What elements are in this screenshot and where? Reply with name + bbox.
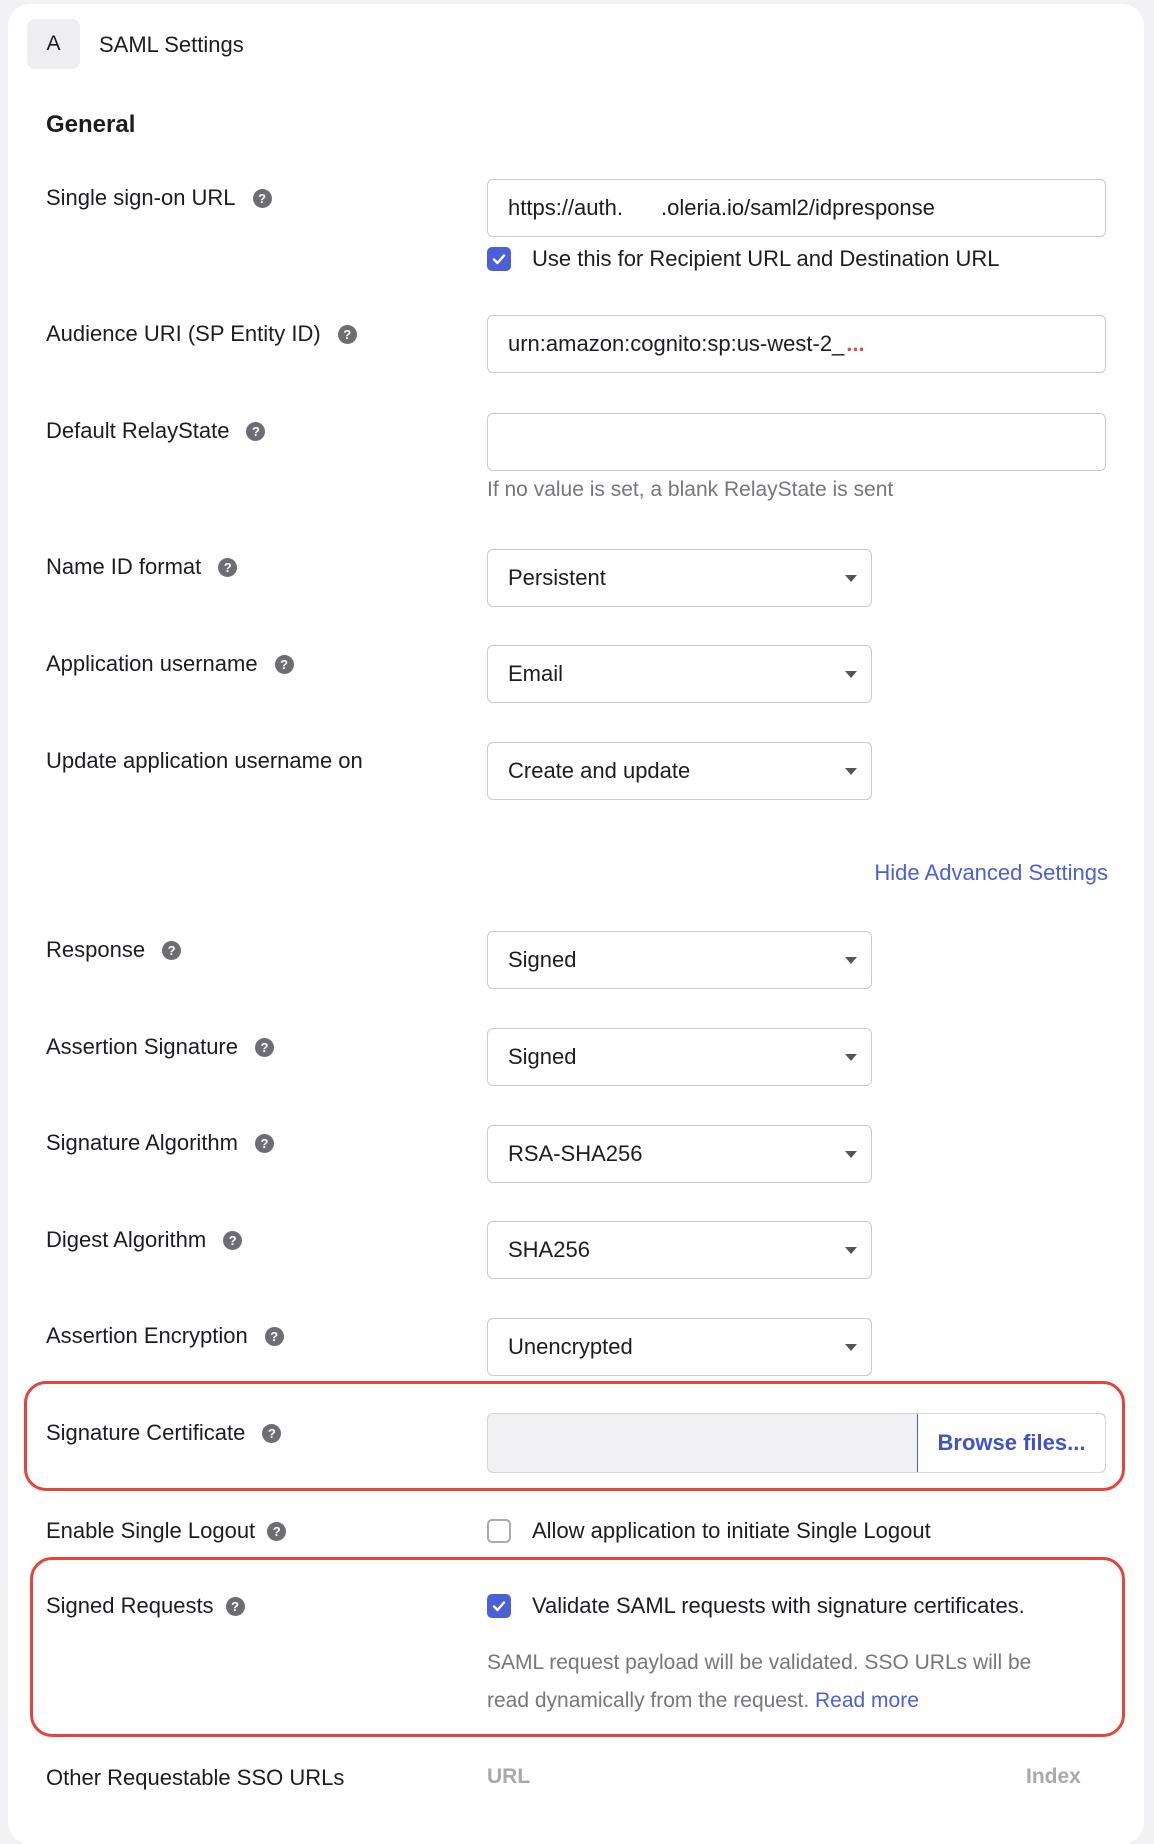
signature-algorithm-label: Signature Algorithm ? <box>46 1130 274 1156</box>
hide-advanced-settings-link[interactable]: Hide Advanced Settings <box>874 860 1108 886</box>
checkbox-checked-icon[interactable] <box>487 247 511 271</box>
browse-files-button[interactable]: Browse files... <box>917 1414 1105 1472</box>
relay-state-label: Default RelayState ? <box>46 418 266 444</box>
help-icon[interactable]: ? <box>162 940 182 960</box>
chevron-down-icon <box>845 957 857 964</box>
chevron-down-icon <box>845 1054 857 1061</box>
sso-url-label: Single sign-on URL ? <box>46 185 272 211</box>
signature-certificate-label: Signature Certificate ? <box>46 1420 282 1446</box>
chevron-down-icon <box>845 768 857 775</box>
signed-requests-checkbox-row[interactable]: Validate SAML requests with signature ce… <box>487 1593 1025 1619</box>
help-icon[interactable]: ? <box>337 324 357 344</box>
relay-state-input[interactable] <box>487 413 1106 471</box>
help-icon[interactable]: ? <box>264 1326 284 1346</box>
help-icon[interactable]: ? <box>218 557 238 577</box>
recipient-url-checkbox-row[interactable]: Use this for Recipient URL and Destinati… <box>487 246 1000 272</box>
response-label: Response ? <box>46 937 182 963</box>
response-select[interactable]: Signed <box>487 931 872 989</box>
signed-requests-label: Signed Requests ? <box>46 1593 245 1619</box>
app-username-select[interactable]: Email <box>487 645 872 703</box>
chevron-down-icon <box>845 575 857 582</box>
redaction-marker: ... <box>846 331 865 356</box>
section-title-general: General <box>46 111 136 138</box>
column-header-index: Index <box>1026 1765 1081 1788</box>
single-logout-checkbox-row[interactable]: Allow application to initiate Single Log… <box>487 1518 931 1544</box>
name-id-format-select[interactable]: Persistent <box>487 549 872 607</box>
chevron-down-icon <box>845 671 857 678</box>
chevron-down-icon <box>845 1151 857 1158</box>
sso-url-input[interactable]: https://auth. .oleria.io/saml2/idprespons… <box>487 179 1106 237</box>
update-username-select[interactable]: Create and update <box>487 742 872 800</box>
digest-algorithm-label: Digest Algorithm ? <box>46 1227 243 1253</box>
app-username-label: Application username ? <box>46 651 294 677</box>
help-icon[interactable]: ? <box>246 421 266 441</box>
help-icon[interactable]: ? <box>255 1037 274 1057</box>
column-header-url: URL <box>487 1765 531 1788</box>
help-icon[interactable]: ? <box>223 1230 243 1250</box>
help-icon[interactable]: ? <box>225 1596 245 1616</box>
relay-state-hint: If no value is set, a blank RelayState i… <box>487 478 894 501</box>
audience-uri-input[interactable]: urn:amazon:cognito:sp:us-west-2_... <box>487 315 1106 373</box>
single-logout-label: Enable Single Logout ? <box>46 1518 287 1544</box>
signature-certificate-file-field[interactable]: Browse files... <box>487 1413 1106 1473</box>
assertion-encryption-label: Assertion Encryption ? <box>46 1323 284 1349</box>
signed-requests-hint-line2: read dynamically from the request. Read … <box>487 1689 919 1712</box>
assertion-signature-select[interactable]: Signed <box>487 1028 872 1086</box>
digest-algorithm-select[interactable]: SHA256 <box>487 1221 872 1279</box>
signed-requests-hint-line1: SAML request payload will be validated. … <box>487 1651 1032 1674</box>
signature-algorithm-select[interactable]: RSA-SHA256 <box>487 1125 872 1183</box>
name-id-format-label: Name ID format ? <box>46 554 238 580</box>
help-icon[interactable]: ? <box>267 1521 287 1541</box>
audience-uri-label: Audience URI (SP Entity ID) ? <box>46 321 357 347</box>
tab-saml-settings[interactable]: SAML Settings <box>99 32 244 58</box>
assertion-signature-label: Assertion Signature ? <box>46 1034 274 1060</box>
chevron-down-icon <box>845 1344 857 1351</box>
help-icon[interactable]: ? <box>262 1423 282 1443</box>
update-username-label: Update application username on <box>46 748 363 773</box>
chevron-down-icon <box>845 1247 857 1254</box>
read-more-link[interactable]: Read more <box>815 1689 919 1712</box>
app-avatar: A <box>27 19 80 69</box>
checkbox-checked-icon[interactable] <box>487 1594 511 1618</box>
help-icon[interactable]: ? <box>274 654 294 674</box>
help-icon[interactable]: ? <box>255 1133 274 1153</box>
checkbox-unchecked-icon[interactable] <box>487 1519 511 1543</box>
other-sso-urls-label: Other Requestable SSO URLs <box>46 1765 345 1790</box>
help-icon[interactable]: ? <box>252 188 272 208</box>
assertion-encryption-select[interactable]: Unencrypted <box>487 1318 872 1376</box>
